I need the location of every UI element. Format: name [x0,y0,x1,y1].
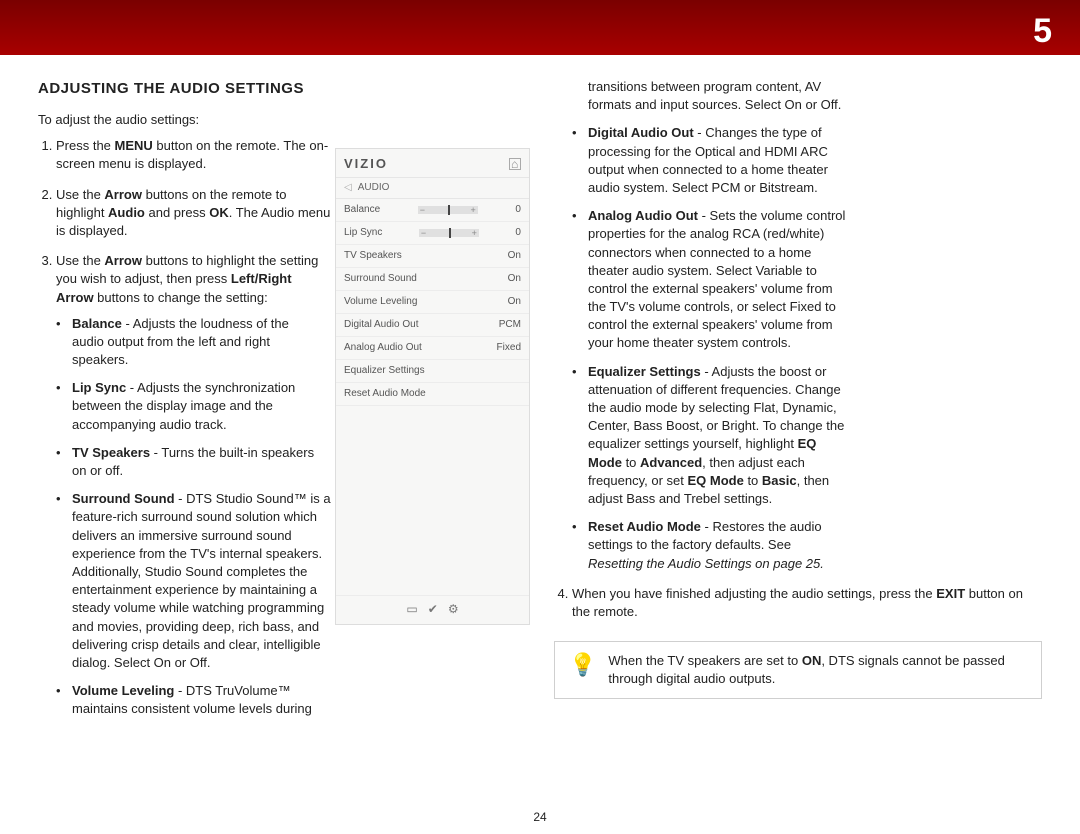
bullet-balance: Balance - Adjusts the loudness of the au… [56,315,316,370]
menu-row: Reset Audio Mode [336,383,529,406]
slider: −+ [418,206,478,214]
chapter-number: 5 [1033,8,1052,56]
menu-row-label: Lip Sync [344,226,382,240]
menu-section-label: AUDIO [358,181,390,195]
vizio-v-icon: ✔ [428,601,438,618]
menu-row-value: On [508,272,521,286]
bullet-lip-sync: Lip Sync - Adjusts the synchronization b… [56,379,316,434]
note-box: 💡 When the TV speakers are set to ON, DT… [554,641,1042,699]
menu-row: Volume Leveling On [336,291,529,314]
menu-header: VIZIO [336,149,529,177]
menu-spacer [336,406,529,596]
menu-row: Digital Audio Out PCM [336,314,529,337]
menu-row: Balance −+ 0 [336,199,529,222]
menu-row-label: Analog Audio Out [344,341,422,355]
wide-icon: ▭ [406,601,417,618]
menu-row-label: Reset Audio Mode [344,387,426,401]
page-number: 24 [533,809,546,826]
lightbulb-icon: 💡 [569,654,596,676]
bullet-tv-speakers: TV Speakers - Turns the built-in speaker… [56,444,316,480]
chapter-band: 5 [0,0,1080,55]
menu-rows: Balance−+0Lip Sync−+0TV SpeakersOnSurrou… [336,198,529,406]
menu-row: Surround Sound On [336,268,529,291]
menu-row-label: Volume Leveling [344,295,417,309]
menu-row: Analog Audio Out Fixed [336,337,529,360]
steps-list: Press the MENU button on the remote. The… [56,78,1042,718]
menu-row-value: 0 [515,203,521,217]
chevron-left-icon: ◁ [344,181,352,195]
onscreen-menu: VIZIO ◁ AUDIO Balance −+ 0 Lip Sync −+ 0 TV Sp… [335,148,530,625]
slider: −+ [419,229,479,237]
menu-row-label: Balance [344,203,380,217]
bullet-analog-audio-out: Analog Audio Out - Sets the volume contr… [572,207,848,353]
step-2: Use the Arrow buttons on the remote to h… [56,186,336,241]
step-4: When you have finished adjusting the aud… [572,585,1042,621]
menu-row: Lip Sync −+ 0 [336,222,529,245]
bullet-surround-sound: Surround Sound - DTS Studio Sound™ is a … [56,490,332,672]
gear-icon: ⚙ [448,601,459,618]
menu-footer: ▭ ✔ ⚙ [336,596,529,624]
section-heading: ADJUSTING THE AUDIO SETTINGS [38,78,526,99]
menu-row-label: Equalizer Settings [344,364,425,378]
menu-row-label: Surround Sound [344,272,417,286]
bullet-equalizer-settings: Equalizer Settings - Adjusts the boost o… [572,363,848,509]
menu-row: Equalizer Settings [336,360,529,383]
menu-section: ◁ AUDIO [336,177,529,198]
vizio-logo: VIZIO [344,155,388,173]
menu-row: TV Speakers On [336,245,529,268]
menu-row-value: Fixed [497,341,521,355]
step-1: Press the MENU button on the remote. The… [56,137,336,173]
bullet-digital-audio-out: Digital Audio Out - Changes the type of … [572,124,848,197]
note-text: When the TV speakers are set to ON, DTS … [608,652,1027,688]
menu-row-value: 0 [515,226,521,240]
menu-row-label: Digital Audio Out [344,318,419,332]
menu-row-value: On [508,249,521,263]
menu-row-value: PCM [499,318,521,332]
menu-row-label: TV Speakers [344,249,402,263]
menu-row-value: On [508,295,521,309]
home-icon [509,158,521,170]
bullet-reset-audio-mode: Reset Audio Mode - Restores the audio se… [572,518,848,573]
page-body: ADJUSTING THE AUDIO SETTINGS To adjust t… [38,78,1042,806]
intro-text: To adjust the audio settings: [38,111,526,129]
